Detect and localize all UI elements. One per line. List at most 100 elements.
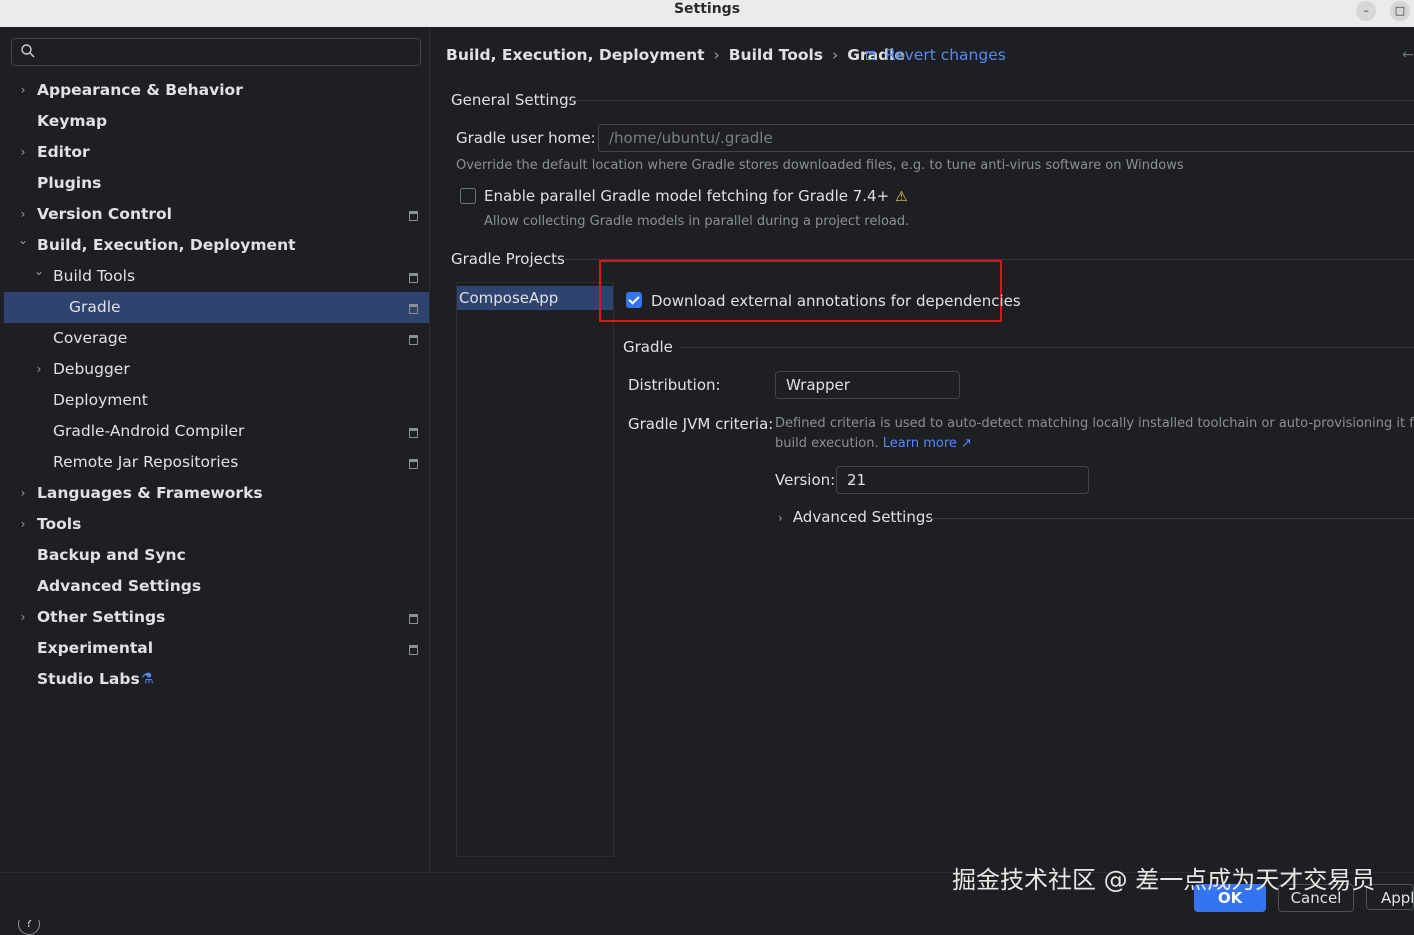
download-annotations-label: Download external annotations for depend… xyxy=(651,292,1021,310)
gradle-user-home-label: Gradle user home: xyxy=(456,129,596,147)
gradle-section-heading: Gradle xyxy=(623,338,673,356)
sidebar-item-label: Remote Jar Repositories xyxy=(53,453,239,471)
sidebar-item-label: Experimental xyxy=(37,639,154,657)
gradle-user-home-input[interactable]: /home/ubuntu/.gradle xyxy=(598,124,1414,152)
sidebar-item-label: Backup and Sync xyxy=(37,546,186,564)
sidebar-item-advanced-settings[interactable]: Advanced Settings xyxy=(4,571,429,602)
gradle-user-home-value: /home/ubuntu/.gradle xyxy=(609,129,773,147)
settings-search-input[interactable] xyxy=(11,38,421,66)
chevron-right-icon[interactable]: › xyxy=(16,137,30,168)
sidebar-item-label: Editor xyxy=(37,143,90,161)
sidebar-item-backup-and-sync[interactable]: Backup and Sync xyxy=(4,540,429,571)
divider xyxy=(680,347,1414,348)
parallel-fetching-hint: Allow collecting Gradle models in parall… xyxy=(484,214,910,229)
sidebar-item-gradle-android-compiler[interactable]: Gradle-Android Compiler xyxy=(4,416,429,447)
back-arrow-icon[interactable]: ← xyxy=(1402,43,1414,67)
parallel-fetching-text: Enable parallel Gradle model fetching fo… xyxy=(484,187,890,205)
sidebar-item-experimental[interactable]: Experimental xyxy=(4,633,429,664)
gradle-projects-heading: Gradle Projects xyxy=(451,250,565,268)
breadcrumb-build-tools[interactable]: Build Tools xyxy=(729,46,823,64)
breadcrumb-separator: › xyxy=(713,46,720,64)
jvm-criteria-hint-line1: Defined criteria is used to auto-detect … xyxy=(775,416,1414,431)
sidebar-item-version-control[interactable]: › Version Control xyxy=(4,199,429,230)
sidebar-item-remote-jar-repositories[interactable]: Remote Jar Repositories xyxy=(4,447,429,478)
download-annotations-checkbox[interactable] xyxy=(626,292,642,308)
advanced-settings-label: Advanced Settings xyxy=(792,508,934,526)
window-title: Settings xyxy=(673,1,741,17)
chevron-right-icon[interactable]: › xyxy=(16,478,30,509)
modified-icon xyxy=(866,51,875,60)
project-level-icon xyxy=(409,335,418,345)
chevron-down-icon: ⌄ xyxy=(847,473,857,486)
sidebar-item-label: Keymap xyxy=(37,112,108,130)
maximize-button[interactable]: □ xyxy=(1390,1,1410,21)
sidebar-item-label: Build Tools xyxy=(53,267,136,285)
revert-label: Revert changes xyxy=(885,46,1006,64)
advanced-settings-toggle[interactable]: › Advanced Settings xyxy=(778,507,933,528)
version-label: Version: xyxy=(775,471,836,489)
project-item-composeapp[interactable]: ComposeApp xyxy=(457,286,613,310)
sidebar-item-label: Studio Labs xyxy=(37,670,140,688)
distribution-label: Distribution: xyxy=(628,376,721,394)
revert-changes-link[interactable]: Revert changes xyxy=(866,43,1006,67)
sidebar-item-other-settings[interactable]: › Other Settings xyxy=(4,602,429,633)
sidebar-item-debugger[interactable]: › Debugger xyxy=(4,354,429,385)
sidebar-item-label: Languages & Frameworks xyxy=(37,484,263,502)
divider xyxy=(571,100,1414,101)
title-bar: Settings – □ xyxy=(0,0,1414,27)
sidebar-item-label: Debugger xyxy=(53,360,130,378)
warning-icon: ⚠ xyxy=(895,189,908,205)
flask-icon: ⚗ xyxy=(141,671,154,687)
sidebar-item-deployment[interactable]: Deployment xyxy=(4,385,429,416)
parallel-fetching-label: Enable parallel Gradle model fetching fo… xyxy=(484,186,908,207)
jvm-criteria-hint-line2: build execution. Learn more ↗ xyxy=(775,435,972,453)
learn-more-link[interactable]: Learn more ↗ xyxy=(883,436,972,451)
sidebar-item-label: Deployment xyxy=(53,391,148,409)
project-level-icon xyxy=(409,304,418,314)
parallel-fetching-checkbox[interactable] xyxy=(460,188,476,204)
sidebar-item-label: Build, Execution, Deployment xyxy=(37,236,296,254)
sidebar-item-build-execution-deployment[interactable]: ⌄ Build, Execution, Deployment xyxy=(4,230,429,261)
sidebar-item-plugins[interactable]: Plugins xyxy=(4,168,429,199)
project-level-icon xyxy=(409,459,418,469)
chevron-right-icon[interactable]: › xyxy=(16,602,30,633)
settings-sidebar: › Appearance & Behavior Keymap › Editor Plugi… xyxy=(0,27,430,935)
sidebar-item-tools[interactable]: › Tools xyxy=(4,509,429,540)
sidebar-item-keymap[interactable]: Keymap xyxy=(4,106,429,137)
watermark-text: 掘金技术社区 @ 差一点成为天才交易员 xyxy=(952,866,1376,894)
gradle-user-home-hint: Override the default location where Grad… xyxy=(456,158,1184,173)
project-level-icon xyxy=(409,211,418,221)
chevron-right-icon[interactable]: › xyxy=(16,75,30,106)
chevron-right-icon[interactable]: › xyxy=(16,509,30,540)
chevron-right-icon[interactable]: › xyxy=(32,354,46,385)
version-dropdown[interactable]: 21 ⌄ xyxy=(836,466,1089,494)
general-settings-heading: General Settings xyxy=(451,91,577,109)
chevron-down-icon[interactable]: ⌄ xyxy=(16,225,30,256)
sidebar-item-label: Gradle-Android Compiler xyxy=(53,422,245,440)
sidebar-item-label: Plugins xyxy=(37,174,102,192)
project-level-icon xyxy=(409,645,418,655)
minimize-button[interactable]: – xyxy=(1356,1,1376,21)
sidebar-item-appearance-behavior[interactable]: › Appearance & Behavior xyxy=(4,75,429,106)
breadcrumb-separator: › xyxy=(832,46,839,64)
distribution-dropdown[interactable]: Wrapper ⌄ xyxy=(775,371,960,399)
jvm-criteria-label: Gradle JVM criteria: xyxy=(628,415,774,433)
sidebar-item-languages-frameworks[interactable]: › Languages & Frameworks xyxy=(4,478,429,509)
sidebar-item-label: Tools xyxy=(37,515,82,533)
breadcrumb-build-execution[interactable]: Build, Execution, Deployment xyxy=(446,46,705,64)
project-level-icon xyxy=(409,428,418,438)
sidebar-item-label: Advanced Settings xyxy=(37,577,202,595)
chevron-down-icon[interactable]: ⌄ xyxy=(32,256,46,287)
sidebar-item-studio-labs[interactable]: Studio Labs ⚗ xyxy=(4,664,429,695)
sidebar-item-gradle[interactable]: Gradle xyxy=(4,292,429,323)
sidebar-item-label: Gradle xyxy=(69,298,121,316)
gradle-projects-list: ComposeApp xyxy=(456,282,614,857)
settings-content: Build, Execution, Deployment › Build Tools… xyxy=(430,27,1414,872)
sidebar-item-coverage[interactable]: Coverage xyxy=(4,323,429,354)
project-level-icon xyxy=(409,273,418,283)
project-level-icon xyxy=(409,614,418,624)
sidebar-item-build-tools[interactable]: ⌄ Build Tools xyxy=(4,261,429,292)
sidebar-item-label: Version Control xyxy=(37,205,172,223)
sidebar-item-editor[interactable]: › Editor xyxy=(4,137,429,168)
project-label: ComposeApp xyxy=(459,289,559,307)
